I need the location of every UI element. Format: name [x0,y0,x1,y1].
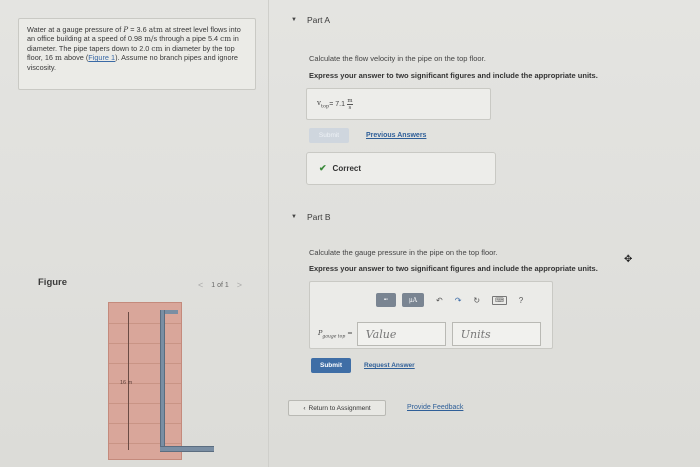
input-var-subscript: gauge top [322,334,346,340]
problem-unit: atm [148,25,163,34]
floor-line [109,343,181,344]
part-b-submit-button[interactable]: Submit [311,358,351,373]
part-b-instruction-bold: Express your answer to two significant f… [309,264,598,273]
next-figure-button[interactable]: > [237,280,242,290]
pipe-vertical [160,310,165,450]
keyboard-icon[interactable]: ⌨ [492,295,507,305]
checkmark-icon: ✔ [319,163,327,173]
undo-icon[interactable]: ↶ [436,296,443,305]
chevron-left-icon: ‹ [303,404,306,412]
answer-var: vtop [317,99,329,109]
floor-line [109,423,181,424]
part-a-submit-button[interactable]: Submit [309,128,349,143]
floor-line [109,443,181,444]
value-placeholder: Value [365,327,397,341]
units-button-label: μA [408,296,418,304]
floor-line [109,323,181,324]
part-a-instruction-bold: Express your answer to two significant f… [309,71,598,80]
input-equals: = [345,328,353,337]
page: Water at a gauge pressure of P = 3.6 atm… [0,0,700,467]
collapse-triangle-icon: ▼ [291,17,297,23]
problem-text: through a pipe 5.4 [157,34,221,44]
problem-statement: Water at a gauge pressure of P = 3.6 atm… [18,18,256,90]
part-a-answer: vtop = 7.1 m s [306,88,491,120]
floor-line [109,403,181,404]
problem-unit: cm [220,34,232,44]
prev-figure-button[interactable]: < [198,280,203,290]
problem-text: Water at a gauge pressure of [27,25,124,34]
part-b-answer-area: ▪▫ μA ↶ ↷ ↻ ⌨ ? Pgauge top = Value Units [309,281,553,349]
problem-text: above ( [61,53,89,63]
part-a-title: Part A [306,15,331,25]
math-toolbar: ▪▫ μA ↶ ↷ ↻ ⌨ ? [376,293,523,307]
height-dimension-label: 16 m [120,380,133,386]
part-b-header[interactable]: ▼ Part B [291,212,331,222]
units-button[interactable]: μA [402,293,424,307]
answer-var-subscript: top [320,103,330,110]
units-input[interactable]: Units [451,322,541,346]
part-a-instruction: Calculate the flow velocity in the pipe … [309,54,486,63]
answer-value: = 7.1 [329,100,345,108]
value-input[interactable]: Value [356,322,446,346]
help-icon[interactable]: ? [519,296,523,305]
correct-feedback: ✔ Correct [306,152,496,185]
provide-feedback-link[interactable]: Provide Feedback [407,404,463,411]
request-answer-link[interactable]: Request Answer [364,362,415,369]
figure-label: Figure [38,277,68,288]
collapse-triangle-icon: ▼ [291,214,297,220]
problem-text: = 3.6 [128,25,149,34]
figure-navigation: < 1 of 1 > [198,280,242,290]
part-b-input-row: Pgauge top = Value Units [318,322,541,346]
templates-button[interactable]: ▪▫ [376,293,396,307]
previous-answers-link[interactable]: Previous Answers [366,132,426,139]
templates-icon: ▪▫ [383,297,389,303]
reset-icon[interactable]: ↻ [473,296,480,305]
column-divider [268,0,269,467]
redo-icon[interactable]: ↷ [455,296,462,305]
units-placeholder: Units [460,327,491,341]
answer-unit: m s [346,98,353,111]
figure-counter: 1 of 1 [211,281,229,289]
problem-unit: cm [151,43,163,53]
input-label: Pgauge top = [318,329,353,339]
floor-line [109,363,181,364]
unit-denominator: s [348,104,352,111]
pipe-horizontal [160,446,214,452]
part-a-header[interactable]: ▼ Part A [291,15,330,25]
correct-status: Correct [332,164,361,173]
mouse-cursor-icon: ✥ [624,254,633,265]
return-label: Return to Assignment [308,404,371,412]
problem-unit: m/s [144,34,158,44]
part-b-title: Part B [306,212,331,222]
return-to-assignment-button[interactable]: ‹ Return to Assignment [288,400,386,416]
figure-image: 16 m [108,300,216,462]
figure-link[interactable]: Figure 1 [88,53,115,62]
part-b-instruction: Calculate the gauge pressure in the pipe… [309,248,498,257]
problem-unit: m [55,53,62,63]
